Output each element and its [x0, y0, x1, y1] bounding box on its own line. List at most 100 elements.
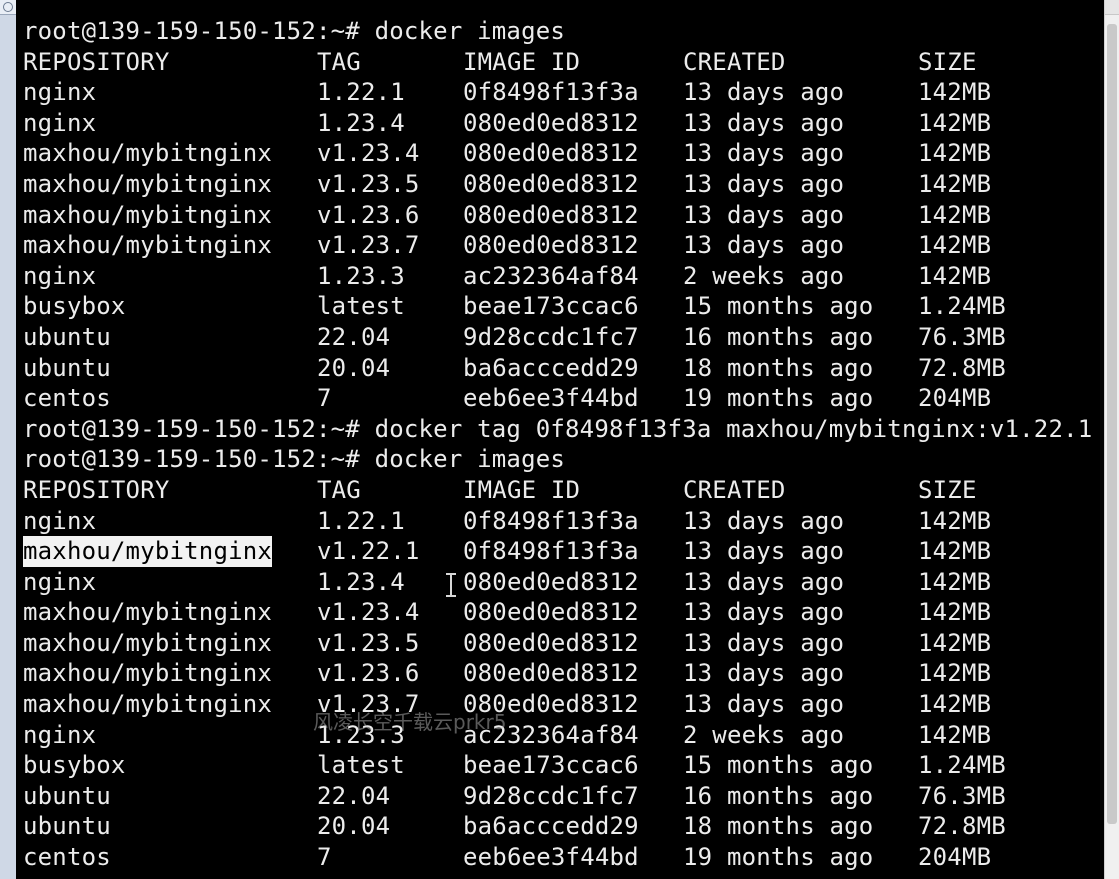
created-cell: 13 days ago	[683, 690, 845, 719]
repository-cell: busybox	[23, 751, 126, 780]
size-cell: 204MB	[918, 843, 992, 872]
window-tab-icon	[3, 2, 13, 12]
image-id-cell: ac232364af84	[463, 720, 639, 749]
created-cell: 13 days ago	[683, 139, 845, 168]
image-id-cell: ac232364af84	[463, 261, 639, 290]
size-cell: 142MB	[918, 720, 992, 749]
repository-cell: busybox	[23, 292, 126, 321]
repository-cell: ubuntu	[23, 322, 111, 351]
image-id-cell: eeb6ee3f44bd	[463, 843, 639, 872]
repository-cell: maxhou/mybitnginx	[23, 628, 273, 657]
repository-cell: ubuntu	[23, 781, 111, 810]
created-cell: 13 days ago	[683, 231, 845, 260]
created-cell: 13 days ago	[683, 78, 845, 107]
image-id-cell: eeb6ee3f44bd	[463, 384, 639, 413]
tag-cell: 20.04	[317, 812, 391, 841]
created-cell: 13 days ago	[683, 567, 845, 596]
size-cell: 76.3MB	[918, 322, 1006, 351]
created-cell: 16 months ago	[683, 322, 874, 351]
created-cell: 18 months ago	[683, 812, 874, 841]
size-cell: 1.24MB	[918, 292, 1006, 321]
size-cell: 142MB	[918, 567, 992, 596]
window-side-strip	[0, 0, 17, 879]
repository-cell: nginx	[23, 720, 97, 749]
repository-cell: maxhou/mybitnginx	[23, 231, 273, 260]
image-id-cell: beae173ccac6	[463, 292, 639, 321]
size-cell: SIZE	[918, 47, 977, 76]
created-cell: 13 days ago	[683, 659, 845, 688]
image-id-cell: 080ed0ed8312	[463, 108, 639, 137]
image-id-cell: ba6acccedd29	[463, 353, 639, 382]
size-cell: 142MB	[918, 139, 992, 168]
size-cell: 142MB	[918, 261, 992, 290]
scrollbar-thumb[interactable]	[1107, 24, 1117, 824]
repository-cell: maxhou/mybitnginx	[23, 690, 273, 719]
tag-cell: v1.22.1	[317, 537, 420, 566]
image-id-cell: 080ed0ed8312	[463, 567, 639, 596]
size-cell: 72.8MB	[918, 353, 1006, 382]
size-cell: 142MB	[918, 108, 992, 137]
image-id-cell: IMAGE ID	[463, 47, 581, 76]
size-cell: 1.24MB	[918, 751, 1006, 780]
tag-cell: 20.04	[317, 353, 391, 382]
repository-cell: maxhou/mybitnginx	[23, 598, 273, 627]
size-cell: 142MB	[918, 231, 992, 260]
terminal-window[interactable]: root@139-159-150-152:~# docker images REP…	[16, 0, 1105, 879]
tag-cell: v1.23.6	[317, 200, 420, 229]
size-cell: 142MB	[918, 690, 992, 719]
tag-cell: latest	[317, 751, 405, 780]
tag-cell: 1.23.4	[317, 567, 405, 596]
created-cell: 15 months ago	[683, 292, 874, 321]
image-id-cell: beae173ccac6	[463, 751, 639, 780]
created-cell: 13 days ago	[683, 628, 845, 657]
repository-cell: nginx	[23, 108, 97, 137]
tag-cell: 7	[317, 384, 332, 413]
image-id-cell: 9d28ccdc1fc7	[463, 322, 639, 351]
tag-cell: 1.23.3	[317, 261, 405, 290]
image-id-cell: 9d28ccdc1fc7	[463, 781, 639, 810]
size-cell: 142MB	[918, 169, 992, 198]
tag-cell: 1.23.3	[317, 720, 405, 749]
created-cell: CREATED	[683, 475, 786, 504]
size-cell: 142MB	[918, 200, 992, 229]
repository-cell: ubuntu	[23, 353, 111, 382]
repository-cell: nginx	[23, 78, 97, 107]
image-id-cell: 0f8498f13f3a	[463, 537, 639, 566]
created-cell: 2 weeks ago	[683, 261, 845, 290]
window-tab[interactable]	[0, 0, 16, 15]
size-cell: 142MB	[918, 506, 992, 535]
image-id-cell: 080ed0ed8312	[463, 628, 639, 657]
tag-cell: v1.23.7	[317, 690, 420, 719]
created-cell: 13 days ago	[683, 537, 845, 566]
image-id-cell: 080ed0ed8312	[463, 139, 639, 168]
vertical-scrollbar[interactable]	[1104, 0, 1119, 879]
image-id-cell: ba6acccedd29	[463, 812, 639, 841]
created-cell: 13 days ago	[683, 169, 845, 198]
tag-cell: 7	[317, 843, 332, 872]
size-cell: 142MB	[918, 659, 992, 688]
repository-cell: nginx	[23, 261, 97, 290]
created-cell: 15 months ago	[683, 751, 874, 780]
image-id-cell: 080ed0ed8312	[463, 169, 639, 198]
created-cell: 18 months ago	[683, 353, 874, 382]
size-cell: SIZE	[918, 475, 977, 504]
tag-cell: v1.23.6	[317, 659, 420, 688]
created-cell: 19 months ago	[683, 384, 874, 413]
created-cell: 19 months ago	[683, 843, 874, 872]
repository-cell: nginx	[23, 506, 97, 535]
size-cell: 204MB	[918, 384, 992, 413]
size-cell: 142MB	[918, 598, 992, 627]
size-cell: 142MB	[918, 537, 992, 566]
created-cell: CREATED	[683, 47, 786, 76]
created-cell: 13 days ago	[683, 108, 845, 137]
created-cell: 2 weeks ago	[683, 720, 845, 749]
scroll-up-button[interactable]	[1105, 0, 1119, 15]
image-id-cell: 080ed0ed8312	[463, 659, 639, 688]
tag-cell: 22.04	[317, 322, 391, 351]
tag-cell: v1.23.4	[317, 139, 420, 168]
tag-cell: v1.23.4	[317, 598, 420, 627]
created-cell: 16 months ago	[683, 781, 874, 810]
size-cell: 76.3MB	[918, 781, 1006, 810]
tag-cell: 1.23.4	[317, 108, 405, 137]
repository-cell: maxhou/mybitnginx	[23, 200, 273, 229]
